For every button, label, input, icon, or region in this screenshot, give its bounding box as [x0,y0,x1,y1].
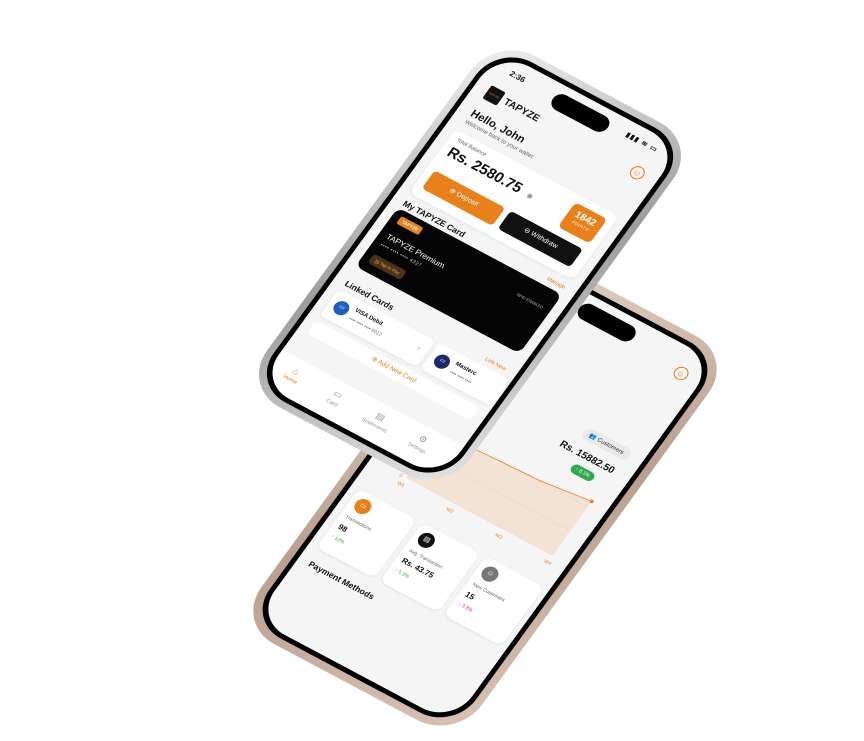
receipt-icon: ▤ [414,530,439,551]
withdraw-label: Withdraw [529,230,560,251]
stat-change: ↑ 5.3% [393,567,411,580]
status-time: 2:36 [507,69,528,85]
profile-icon[interactable]: ☺ [670,364,692,383]
stat-value: 15 [463,590,477,602]
status-icons: ▮▮▮ ≋ ▭ [624,131,660,154]
nav-settings[interactable]: ⚙ Settings [397,426,444,460]
nav-card[interactable]: ▭ Card [312,381,359,415]
eye-icon[interactable]: ◉ [525,191,535,201]
profile-icon[interactable]: ☺ [627,163,648,182]
dynamic-island [547,91,614,135]
stat-change: ↑ 12% [329,533,346,546]
card-icon: ▭ [430,352,454,372]
x-tick-label: W4 [542,559,552,567]
nav-statements[interactable]: ▤ Statements [355,403,402,437]
tab-customers-label: Customers [595,437,625,456]
x-tick-label: W3 [493,533,503,541]
y-tick-label: 0 [398,473,404,479]
x-tick-label: W2 [444,507,454,515]
chevron-right-icon: › [415,343,423,353]
stat-label: New Customers [471,581,506,604]
stat-change: ↓ 3.8% [456,601,474,614]
brand-name: TAPYZE [501,96,542,125]
dynamic-island [573,300,640,345]
stat-label: Transactions [343,514,373,533]
x-tick-label: W1 [396,481,406,489]
stat-value: 98 [336,522,350,534]
rfid-label: RFID ENABLED [515,292,545,310]
card-icon: ▭ [330,298,353,318]
nav-home[interactable]: ⌂ Home [270,358,316,391]
users-icon: ☺ [478,563,502,585]
tap-label: Tap to Pay [378,261,401,276]
card-tag: TAPYZE [396,216,424,236]
points-badge[interactable]: 1842 POINTS [557,202,608,244]
wallet-icon: ▭ [350,496,375,517]
deposit-label: Deposit [454,191,480,208]
